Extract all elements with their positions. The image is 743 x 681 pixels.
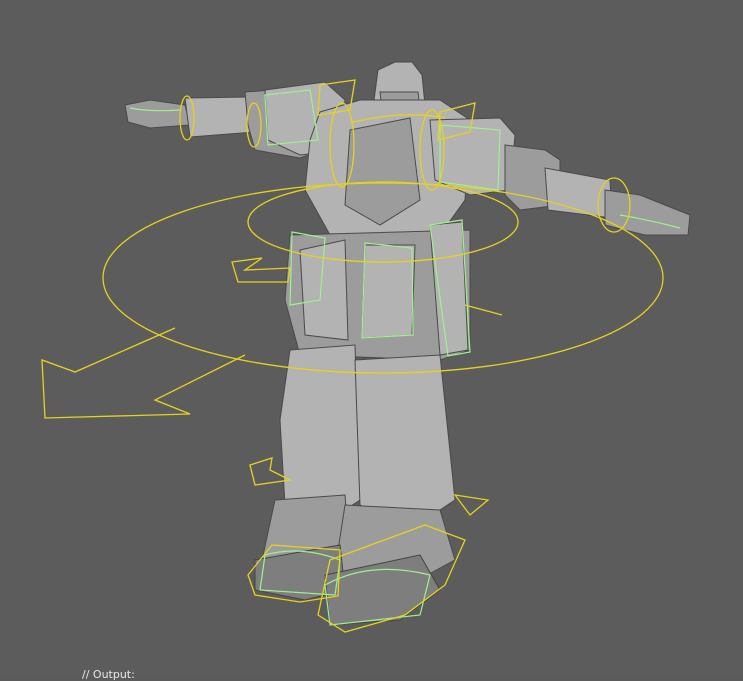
3d-viewport[interactable]: // Output: bbox=[0, 0, 743, 681]
left-thigh-mesh[interactable] bbox=[279, 344, 361, 521]
right-knee-controller[interactable] bbox=[453, 494, 490, 516]
front-skirt-mesh[interactable] bbox=[361, 244, 416, 339]
right-thigh-mesh[interactable] bbox=[354, 354, 456, 531]
viewport-status-text: // Output: bbox=[82, 668, 135, 681]
robot-mesh[interactable] bbox=[124, 61, 691, 626]
direction-arrow-controller[interactable] bbox=[41, 327, 246, 419]
right-hand-mesh[interactable] bbox=[604, 189, 691, 236]
pelvis-pointer-controller[interactable] bbox=[464, 304, 503, 316]
left-forearm-mesh[interactable] bbox=[184, 96, 256, 138]
hip-marker-controller[interactable] bbox=[231, 257, 291, 283]
viewport-scene[interactable] bbox=[0, 0, 743, 677]
